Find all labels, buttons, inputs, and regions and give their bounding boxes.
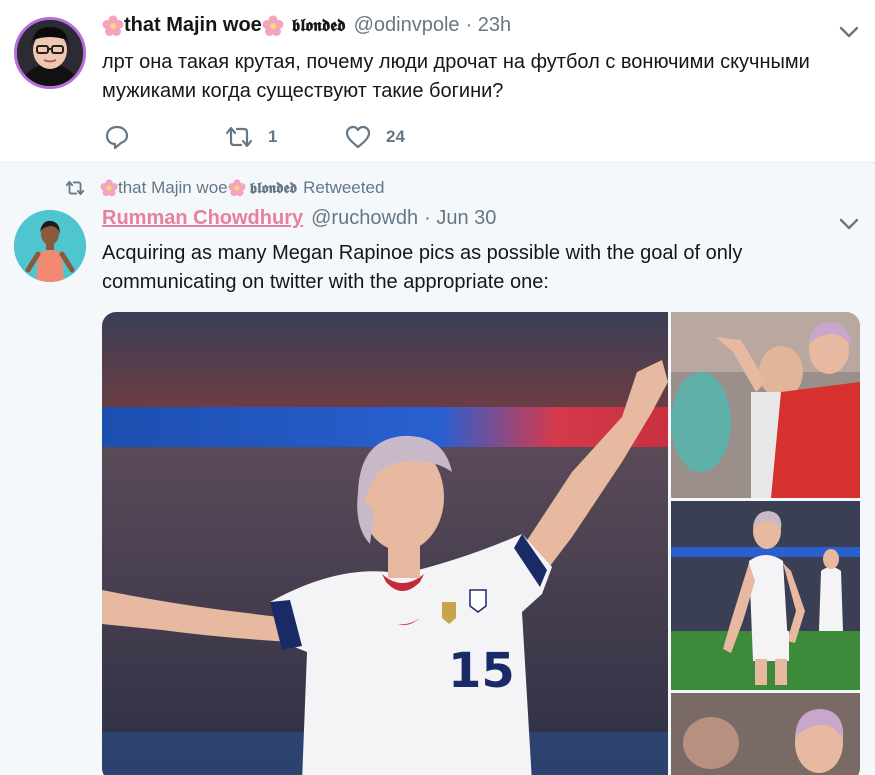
retweeter-name[interactable]: that Majin woe [118, 178, 228, 198]
tweet-text: Acquiring as many Megan Rapinoe pics as … [102, 242, 743, 293]
flower-icon [102, 15, 124, 36]
tweet[interactable]: that Majin woe 𝖇𝖑𝖔𝖓𝖉𝖊𝖉 @odinvpole · 23h … [0, 0, 875, 162]
retweet-button[interactable]: 1 [224, 124, 277, 150]
chevron-down-icon[interactable] [838, 24, 860, 40]
photo-thumbnail[interactable] [671, 501, 860, 690]
retweeted-label: Retweeted [303, 178, 385, 197]
jersey-number: 15 [448, 643, 515, 699]
like-icon [345, 125, 371, 149]
reply-button[interactable] [104, 124, 144, 150]
display-name-suffix[interactable]: 𝖇𝖑𝖔𝖓𝖉𝖊𝖉 [292, 16, 346, 36]
display-name[interactable]: that Majin woe [124, 14, 262, 37]
photo-thumbnail[interactable] [671, 312, 860, 498]
photo-thumbnail[interactable] [671, 693, 860, 775]
flower-icon [100, 179, 118, 197]
like-count: 24 [386, 127, 405, 146]
tweet-actions: 1 24 [102, 124, 522, 154]
reply-icon [105, 125, 129, 150]
photo-main[interactable]: 15 [102, 312, 668, 775]
media-grid: 15 [102, 312, 860, 775]
user-handle[interactable]: @odinvpole [354, 14, 460, 37]
retweeter-name-suffix[interactable]: 𝖇𝖑𝖔𝖓𝖉𝖊𝖉 [250, 179, 298, 197]
tweet-text: лрт она такая крутая, почему люди дрочат… [102, 51, 810, 102]
avatar[interactable] [14, 210, 86, 282]
tweet-header: Rumman Chowdhury @ruchowdh · Jun 30 [102, 207, 496, 230]
retweet-banner: that Majin woe 𝖇𝖑𝖔𝖓𝖉𝖊𝖉 Retweeted [64, 178, 384, 198]
like-button[interactable]: 24 [344, 124, 405, 150]
retweet-icon [225, 126, 253, 148]
tweet-header: that Majin woe 𝖇𝖑𝖔𝖓𝖉𝖊𝖉 @odinvpole · 23h [102, 14, 511, 37]
tweet-timestamp[interactable]: · Jun 30 [424, 207, 496, 230]
chevron-down-icon[interactable] [838, 216, 860, 232]
display-name[interactable]: Rumman Chowdhury [102, 207, 303, 230]
user-handle[interactable]: @ruchowdh [311, 207, 418, 230]
avatar[interactable] [14, 17, 86, 89]
retweet-icon [65, 180, 85, 196]
tweet-timestamp[interactable]: · 23h [466, 14, 512, 37]
flower-icon [228, 179, 246, 197]
retweet-count: 1 [268, 127, 278, 146]
flower-icon [262, 15, 284, 36]
